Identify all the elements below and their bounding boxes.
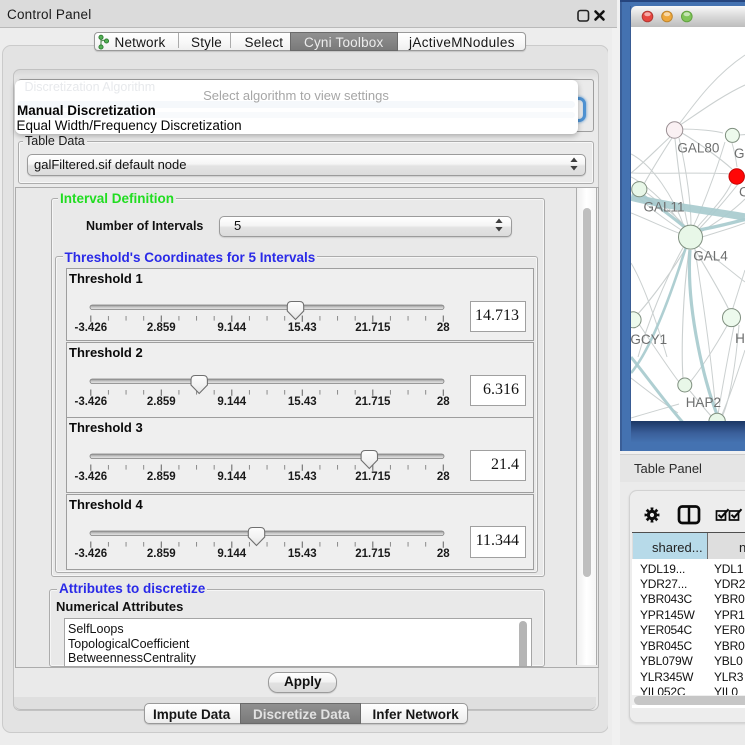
svg-text:21.715: 21.715 <box>355 322 391 334</box>
svg-text:28: 28 <box>437 471 450 483</box>
svg-text:G..: G.. <box>734 146 745 161</box>
svg-text:-3.426: -3.426 <box>74 548 107 560</box>
svg-text:H: H <box>735 331 745 346</box>
svg-text:28: 28 <box>437 548 450 560</box>
svg-text:2.859: 2.859 <box>147 471 176 483</box>
svg-text:2.859: 2.859 <box>147 322 176 334</box>
svg-text:28: 28 <box>437 322 450 334</box>
svg-text:2.859: 2.859 <box>147 396 176 408</box>
svg-text:21.715: 21.715 <box>355 396 391 408</box>
svg-text:15.43: 15.43 <box>288 396 317 408</box>
svg-text:9.144: 9.144 <box>217 396 246 408</box>
svg-text:GAL80: GAL80 <box>677 141 719 156</box>
svg-text:GAL11: GAL11 <box>644 200 685 215</box>
svg-text:15.43: 15.43 <box>288 548 317 560</box>
svg-text:9.144: 9.144 <box>217 548 246 560</box>
svg-text:21.715: 21.715 <box>355 471 391 483</box>
svg-text:28: 28 <box>437 396 450 408</box>
svg-text:15.43: 15.43 <box>288 322 317 334</box>
svg-text:GAL4: GAL4 <box>693 249 728 264</box>
svg-text:9.144: 9.144 <box>217 471 246 483</box>
svg-text:HAP2: HAP2 <box>686 395 721 410</box>
svg-text:9.144: 9.144 <box>217 322 246 334</box>
svg-text:-3.426: -3.426 <box>74 396 107 408</box>
svg-text:-3.426: -3.426 <box>74 471 107 483</box>
svg-text:GCY1: GCY1 <box>631 332 667 347</box>
svg-text:21.715: 21.715 <box>355 548 391 560</box>
svg-text:-3.426: -3.426 <box>74 322 107 334</box>
svg-text:15.43: 15.43 <box>288 471 317 483</box>
svg-text:C: C <box>739 185 745 200</box>
svg-text:2.859: 2.859 <box>147 548 176 560</box>
